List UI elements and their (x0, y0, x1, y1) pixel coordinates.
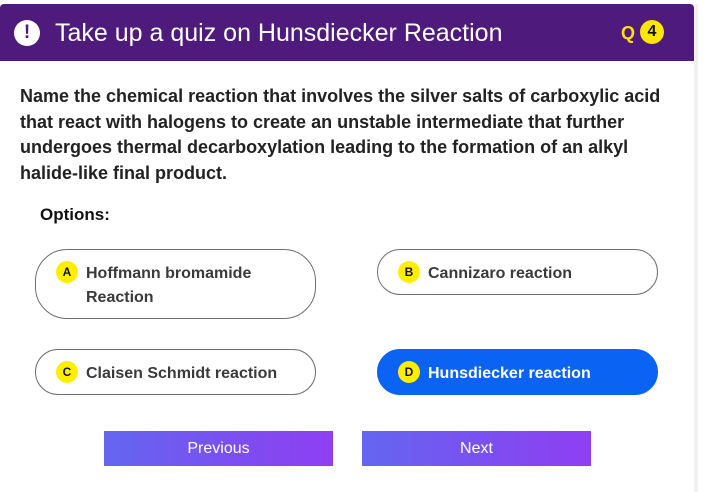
option-label: Hunsdiecker reaction (428, 365, 591, 382)
option-label: Claisen Schmidt reaction (86, 365, 278, 382)
next-button[interactable]: Next (362, 431, 591, 466)
exclamation-icon: ! (14, 20, 40, 46)
option-letter-badge: A (56, 261, 78, 283)
question-number-badge: 4 (640, 20, 664, 44)
previous-button[interactable]: Previous (104, 431, 333, 466)
option-letter-badge: B (398, 261, 420, 283)
option-a[interactable]: A Hoffmann bromamide Reaction (35, 249, 316, 319)
option-b[interactable]: B Cannizaro reaction (377, 249, 658, 295)
option-letter-badge: C (56, 361, 78, 383)
question-number-label: Q (621, 23, 636, 43)
question-text: Name the chemical reaction that involves… (20, 86, 661, 183)
option-letter-badge: D (398, 361, 420, 383)
options-heading: Options: (40, 205, 110, 224)
option-d[interactable]: D Hunsdiecker reaction (377, 349, 658, 395)
option-c[interactable]: C Claisen Schmidt reaction (35, 349, 316, 395)
page-edge (694, 4, 698, 492)
quiz-card: ! Take up a quiz on Hunsdiecker Reaction… (0, 4, 694, 492)
option-label: Hoffmann bromamide Reaction (86, 265, 252, 306)
option-label: Cannizaro reaction (428, 265, 573, 282)
quiz-header: ! Take up a quiz on Hunsdiecker Reaction… (0, 4, 694, 61)
quiz-title: Take up a quiz on Hunsdiecker Reaction (55, 19, 503, 47)
